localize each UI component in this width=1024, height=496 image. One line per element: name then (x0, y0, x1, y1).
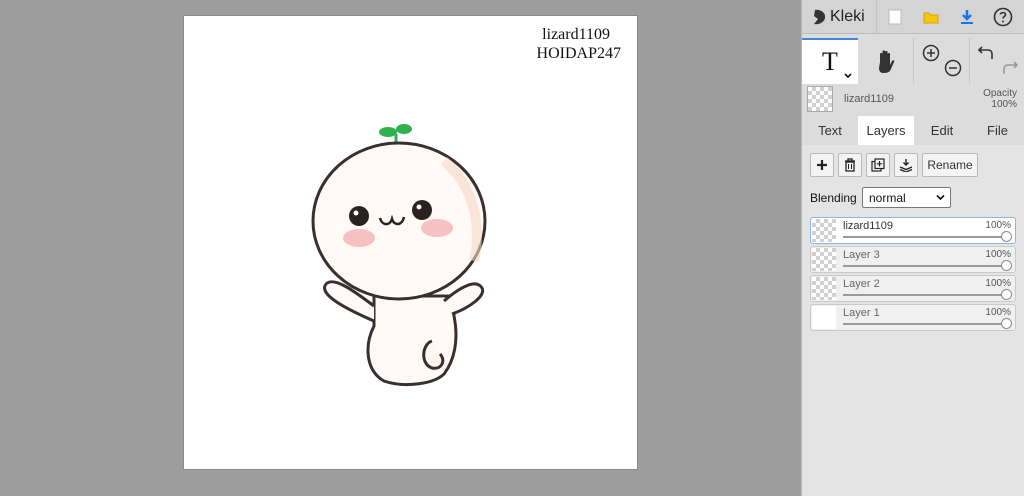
layer-action-row: Rename (810, 153, 978, 177)
layer-opacity: 100% (985, 278, 1011, 289)
tool-row: T (802, 38, 1024, 84)
opacity-value: 100% (991, 99, 1017, 110)
blending-value: normal (869, 190, 906, 205)
zoom-controls (914, 38, 970, 84)
character-illustration (311, 124, 487, 387)
layer-item-layer-1[interactable]: Layer 1 100% (810, 304, 1016, 331)
kleki-logo-icon (814, 9, 826, 24)
drawing-canvas[interactable]: lizard1109 HOIDAP247 (184, 16, 637, 469)
layer-opacity-slider[interactable] (843, 265, 1003, 267)
zoom-out-icon[interactable] (944, 59, 962, 77)
help-icon (993, 7, 1013, 26)
hand-tool-button[interactable] (858, 38, 914, 84)
blending-label: Blending (810, 191, 857, 205)
open-folder-icon (923, 12, 939, 23)
layer-opacity-slider[interactable] (843, 236, 1003, 238)
new-file-button[interactable] (877, 0, 913, 33)
slider-handle[interactable] (1001, 289, 1012, 300)
chevron-down-icon (936, 194, 945, 201)
current-layer-opacity: Opacity 100% (983, 88, 1017, 110)
plus-icon (817, 160, 827, 170)
canvas-text-line-2: HOIDAP247 (536, 45, 621, 62)
undo-icon[interactable] (978, 44, 996, 62)
layers-panel: Rename Blending normal lizard1109 100% L… (802, 145, 1024, 496)
open-button[interactable] (913, 0, 949, 33)
zoom-in-icon[interactable] (922, 44, 940, 62)
tab-file[interactable]: File (970, 116, 1024, 145)
duplicate-icon (871, 158, 885, 172)
layer-opacity-slider[interactable] (843, 294, 1003, 296)
text-tool-icon: T (822, 47, 838, 76)
download-button[interactable] (949, 0, 985, 33)
merge-down-button[interactable] (894, 153, 918, 177)
trash-icon (845, 158, 855, 172)
merge-down-icon (899, 159, 913, 172)
download-icon (961, 9, 973, 24)
layer-name: Layer 2 (843, 278, 880, 290)
current-layer-name: lizard1109 (844, 93, 894, 105)
top-bar: Kleki (802, 0, 1024, 34)
add-layer-button[interactable] (810, 153, 834, 177)
current-layer-thumbnail (807, 86, 833, 112)
slider-handle[interactable] (1001, 231, 1012, 242)
panel-tabs: Text Layers Edit File (802, 116, 1024, 145)
tab-layers[interactable]: Layers (858, 116, 914, 145)
layer-opacity-slider[interactable] (843, 323, 1003, 325)
canvas-workspace[interactable]: lizard1109 HOIDAP247 (0, 0, 801, 496)
rename-layer-button[interactable]: Rename (922, 153, 978, 177)
layer-thumbnail (812, 306, 836, 329)
layer-name: Layer 1 (843, 307, 880, 319)
layer-opacity: 100% (985, 220, 1011, 231)
layer-item-layer-3[interactable]: Layer 3 100% (810, 246, 1016, 273)
layer-item-lizard1109[interactable]: lizard1109 100% (810, 217, 1016, 244)
chevron-down-icon (844, 73, 852, 79)
text-tool-button[interactable]: T (802, 38, 858, 84)
app-logo[interactable]: Kleki (802, 0, 877, 33)
layer-opacity: 100% (985, 249, 1011, 260)
opacity-label: Opacity (983, 88, 1017, 99)
slider-handle[interactable] (1001, 318, 1012, 329)
layer-thumbnail (812, 219, 836, 242)
slider-handle[interactable] (1001, 260, 1012, 271)
layer-name: Layer 3 (843, 249, 880, 261)
duplicate-layer-button[interactable] (866, 153, 890, 177)
help-button[interactable] (985, 0, 1021, 33)
canvas-text-line-1: lizard1109 (542, 26, 610, 43)
redo-icon[interactable] (1000, 59, 1018, 77)
app-name: Kleki (830, 7, 865, 25)
layer-thumbnail (812, 277, 836, 300)
right-panel: Kleki T lizard1109 Opacity 100% Text Lay… (801, 0, 1024, 496)
layer-opacity: 100% (985, 307, 1011, 318)
layer-item-layer-2[interactable]: Layer 2 100% (810, 275, 1016, 302)
new-file-icon (888, 9, 902, 24)
tab-text[interactable]: Text (802, 116, 858, 145)
hand-icon (878, 50, 894, 73)
delete-layer-button[interactable] (838, 153, 862, 177)
layer-thumbnail (812, 248, 836, 271)
layer-name: lizard1109 (843, 220, 893, 232)
history-controls (970, 38, 1024, 84)
current-layer-info: lizard1109 Opacity 100% (802, 84, 1024, 114)
tab-edit[interactable]: Edit (914, 116, 970, 145)
blending-select[interactable]: normal (862, 187, 951, 208)
